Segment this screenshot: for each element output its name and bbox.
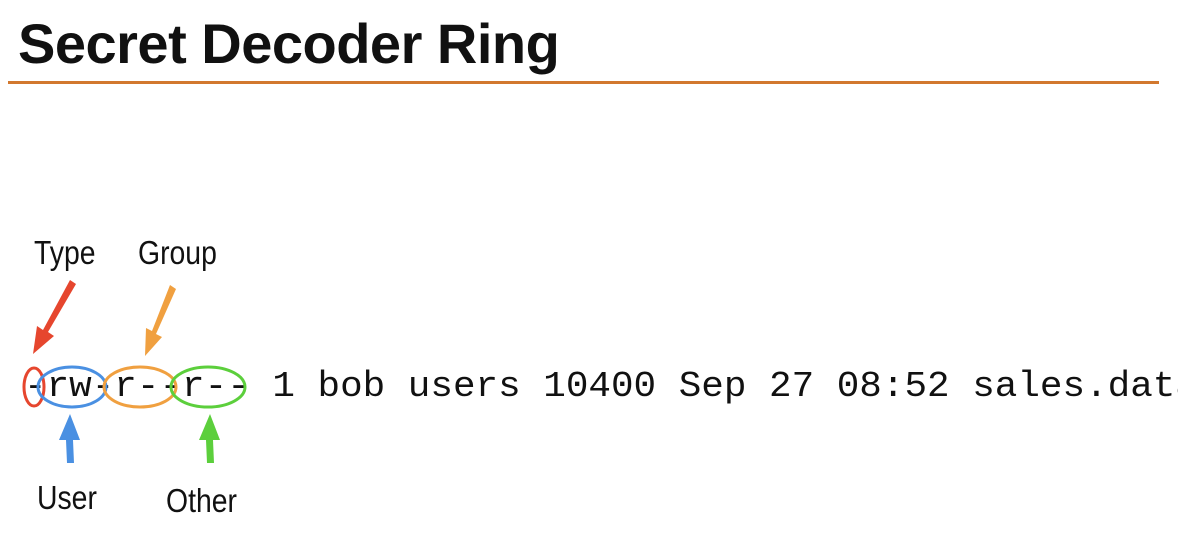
- type-arrow-icon: [33, 280, 76, 354]
- perm-rest: 1 bob users 10400 Sep 27 08:52 sales.dat…: [249, 366, 1178, 407]
- user-arrow-icon: [59, 414, 80, 463]
- group-arrow-icon: [145, 285, 176, 356]
- title-underline: [8, 81, 1159, 84]
- slide-title: Secret Decoder Ring: [18, 12, 560, 75]
- perm-user: rw-: [46, 366, 115, 407]
- label-other: Other: [166, 482, 237, 519]
- label-group: Group: [138, 234, 217, 271]
- permission-line: -rw-r--r-- 1 bob users 10400 Sep 27 08:5…: [24, 365, 1178, 409]
- perm-type: -: [24, 366, 47, 407]
- label-user: User: [37, 479, 97, 516]
- other-arrow-icon: [199, 414, 220, 463]
- label-type: Type: [34, 234, 96, 271]
- perm-other: r--: [182, 366, 250, 407]
- perm-group: r--: [114, 366, 183, 407]
